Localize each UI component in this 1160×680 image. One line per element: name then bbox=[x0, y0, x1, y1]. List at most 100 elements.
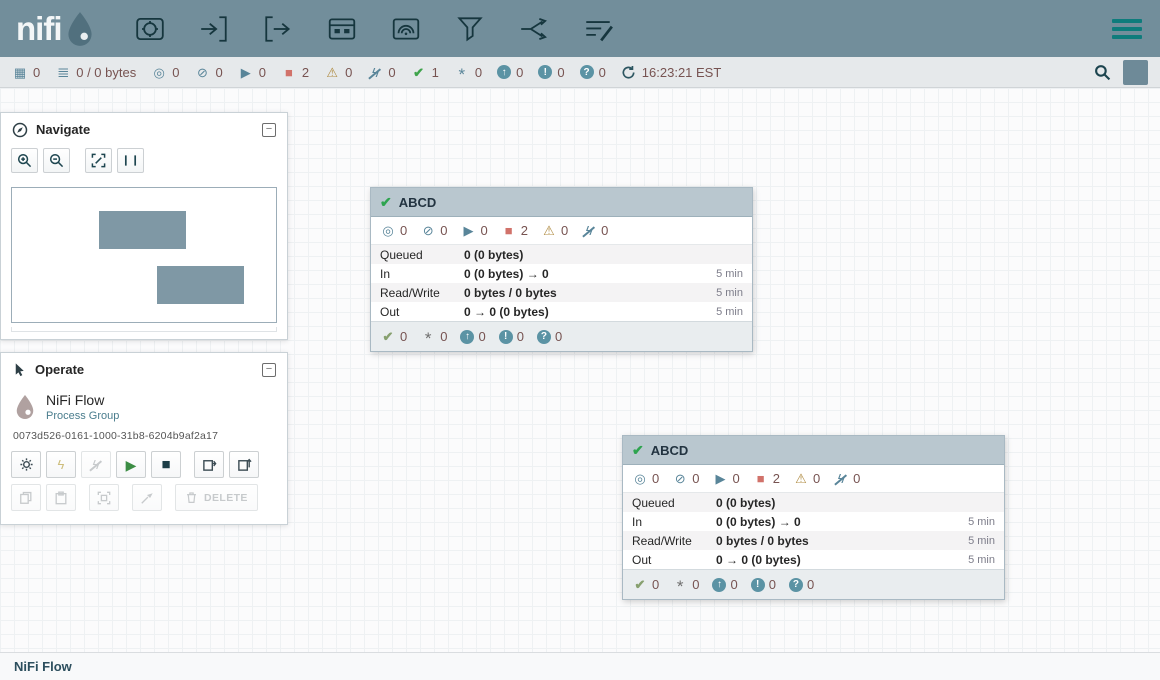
question-circle-icon: ? bbox=[580, 65, 594, 79]
footer-sync-failure: ? 0 bbox=[789, 577, 814, 592]
funnel-button[interactable] bbox=[451, 10, 489, 48]
row-value: 0 bytes / 0 bytes bbox=[716, 534, 953, 548]
operate-button-row-2: DELETE bbox=[1, 484, 287, 511]
label-button[interactable] bbox=[579, 10, 617, 48]
minimap-component bbox=[99, 211, 186, 249]
status-queued: ≣ 0 / 0 bytes bbox=[55, 65, 136, 80]
paste-button[interactable] bbox=[46, 484, 76, 511]
birdseye-minimap[interactable] bbox=[11, 187, 277, 323]
status-value: 0 bbox=[345, 65, 352, 80]
status-value: 0 / 0 bytes bbox=[76, 65, 136, 80]
arrow-up-circle-icon: ↑ bbox=[497, 65, 511, 79]
template-button[interactable] bbox=[515, 10, 553, 48]
status-value: 2 bbox=[302, 65, 309, 80]
footer-sync-failure: ? 0 bbox=[537, 329, 562, 344]
process-group-stats: ◎ 0 ⊘ 0 ▶ 0 ■ 2 ⚠ 0 bbox=[371, 217, 752, 245]
search-button[interactable] bbox=[1094, 64, 1111, 81]
collapse-operate-button[interactable]: − bbox=[262, 363, 276, 377]
row-label: Read/Write bbox=[632, 534, 716, 548]
transmitting-icon: ◎ bbox=[380, 224, 396, 237]
stat-value: 2 bbox=[521, 223, 528, 238]
enable-button[interactable]: ϟ bbox=[46, 451, 76, 478]
upload-template-button[interactable] bbox=[229, 451, 259, 478]
not-transmitting-icon: ⊘ bbox=[672, 472, 688, 485]
minimap-component bbox=[157, 266, 244, 304]
breadcrumb-root[interactable]: NiFi Flow bbox=[14, 659, 72, 674]
operate-header: Operate − bbox=[1, 353, 287, 386]
status-invalid: ⚠ 0 bbox=[324, 65, 352, 80]
copy-button[interactable] bbox=[11, 484, 41, 511]
status-value: 0 bbox=[172, 65, 179, 80]
component-toolbar bbox=[131, 10, 617, 48]
configuration-button[interactable] bbox=[11, 451, 41, 478]
delete-button[interactable]: DELETE bbox=[175, 484, 258, 511]
row-label: Read/Write bbox=[380, 286, 464, 300]
operate-button-row-1: ϟ ϟ ▶ ■ bbox=[1, 451, 287, 478]
row-value: 0 (0 bytes) → 0 bbox=[464, 267, 701, 281]
process-group-header[interactable]: ✔ ABCD bbox=[371, 188, 752, 217]
play-icon: ▶ bbox=[123, 458, 139, 472]
disable-button[interactable]: ϟ bbox=[81, 451, 111, 478]
panel-toggle-button[interactable] bbox=[1123, 60, 1148, 85]
row-value: 0 (0 bytes) bbox=[716, 496, 953, 510]
row-label: Out bbox=[380, 305, 464, 319]
status-value: 0 bbox=[599, 65, 606, 80]
footer-stale: ↑ 0 bbox=[460, 329, 485, 344]
row-label: Queued bbox=[632, 496, 716, 510]
status-locally-modified-stale: ! 0 bbox=[538, 65, 564, 80]
status-transmitting: ◎ 0 bbox=[151, 65, 179, 80]
refresh-button[interactable]: 16:23:21 EST bbox=[621, 65, 722, 80]
fill-color-button[interactable] bbox=[132, 484, 162, 511]
global-menu-button[interactable] bbox=[1110, 15, 1144, 43]
grid-icon: ▦ bbox=[12, 66, 28, 79]
process-group-component[interactable]: ✔ ABCD ◎ 0 ⊘ 0 ▶ 0 ■ 2 bbox=[622, 435, 1005, 600]
zoom-in-button[interactable] bbox=[11, 148, 38, 173]
process-group-name: ABCD bbox=[399, 195, 437, 210]
status-locally-modified: * 0 bbox=[454, 64, 482, 81]
stat-not-transmitting: ⊘ 0 bbox=[672, 471, 699, 486]
zoom-fit-button[interactable] bbox=[85, 148, 112, 173]
status-value: 0 bbox=[475, 65, 482, 80]
process-group-stats: ◎ 0 ⊘ 0 ▶ 0 ■ 2 ⚠ 0 bbox=[623, 465, 1004, 493]
pg-row-queued: Queued 0 (0 bytes) bbox=[371, 245, 752, 264]
status-stopped: ■ 2 bbox=[281, 65, 309, 80]
pg-row-out: Out 0 → 0 (0 bytes) 5 min bbox=[623, 550, 1004, 569]
output-port-button[interactable] bbox=[259, 10, 297, 48]
breadcrumb-bar: NiFi Flow bbox=[0, 652, 1160, 680]
stat-value: 0 bbox=[561, 223, 568, 238]
input-port-button[interactable] bbox=[195, 10, 233, 48]
exclamation-circle-icon: ! bbox=[538, 65, 552, 79]
zoom-out-button[interactable] bbox=[43, 148, 70, 173]
remote-process-group-button[interactable] bbox=[387, 10, 425, 48]
row-window: 5 min bbox=[953, 554, 995, 566]
zoom-actual-size-button[interactable] bbox=[117, 148, 144, 173]
collapse-navigate-button[interactable]: − bbox=[262, 123, 276, 137]
footer-up-to-date: ✔ 0 bbox=[380, 329, 407, 344]
flow-canvas[interactable]: ✔ ABCD ◎ 0 ⊘ 0 ▶ 0 ■ 2 bbox=[0, 88, 1160, 652]
processor-button[interactable] bbox=[131, 10, 169, 48]
nifi-logo: nifi bbox=[16, 9, 97, 49]
stop-button[interactable]: ■ bbox=[151, 451, 181, 478]
status-value: 0 bbox=[388, 65, 395, 80]
process-group-name: ABCD bbox=[651, 443, 689, 458]
bolt-slash-icon: ϟ bbox=[88, 458, 104, 471]
process-group-component[interactable]: ✔ ABCD ◎ 0 ⊘ 0 ▶ 0 ■ 2 bbox=[370, 187, 753, 352]
create-template-button[interactable] bbox=[194, 451, 224, 478]
stat-value: 0 bbox=[652, 471, 659, 486]
status-value: 0 bbox=[557, 65, 564, 80]
play-icon: ▶ bbox=[238, 66, 254, 79]
process-group-footer: ✔ 0 * 0 ↑ 0 ! 0 ? 0 bbox=[371, 321, 752, 351]
group-button[interactable] bbox=[89, 484, 119, 511]
process-group-header[interactable]: ✔ ABCD bbox=[623, 436, 1004, 465]
process-group-button[interactable] bbox=[323, 10, 361, 48]
stat-disabled: ϟ 0 bbox=[833, 471, 860, 486]
stop-icon: ■ bbox=[281, 66, 297, 79]
status-value: 0 bbox=[516, 65, 523, 80]
compass-icon bbox=[12, 122, 28, 138]
start-button[interactable]: ▶ bbox=[116, 451, 146, 478]
row-value: 0 (0 bytes) bbox=[464, 248, 701, 262]
footer-stale: ↑ 0 bbox=[712, 577, 737, 592]
navigate-title: Navigate bbox=[36, 122, 90, 137]
stat-value: 0 bbox=[652, 577, 659, 592]
stat-value: 0 bbox=[813, 471, 820, 486]
